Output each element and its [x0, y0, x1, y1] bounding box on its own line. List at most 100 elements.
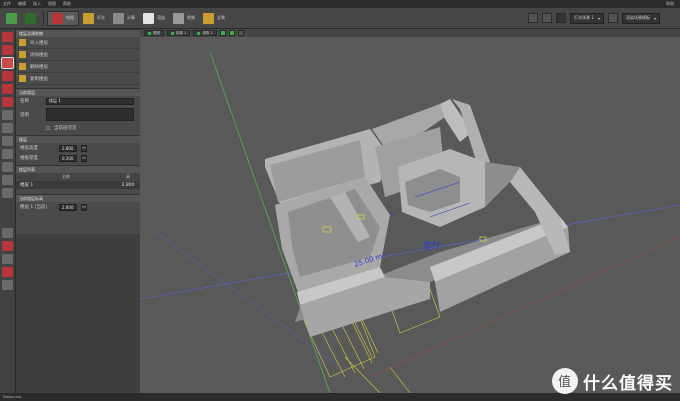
light-icon: [83, 12, 94, 24]
stair-tool-icon[interactable]: [2, 136, 13, 146]
floor-tool-icon[interactable]: [2, 32, 13, 42]
tab-perspective-label: 透视: [153, 30, 160, 35]
furniture-tool-icon[interactable]: [2, 149, 13, 159]
name-row: 名称 楼层 1: [16, 96, 140, 106]
table-row[interactable]: 楼层 1 2.800: [16, 181, 140, 189]
grid-toggle-icon[interactable]: [219, 30, 226, 36]
properties-panel: 楼层及建筑物 导入楼层 添加楼层 删除楼层 复制楼层 当前楼层 名称 楼层 1 …: [16, 29, 140, 234]
visible-label: 当前层可见: [54, 126, 77, 131]
material-tool-icon[interactable]: [2, 175, 13, 185]
floor-title: 楼层: [16, 135, 140, 143]
height-row: 楼层高度 2.800 m: [16, 143, 140, 153]
watermark-text: 什么值得买: [583, 373, 673, 394]
add-floor-label: 添加楼层: [30, 52, 48, 58]
window-tool-icon[interactable]: [2, 123, 13, 133]
tab-view-2[interactable]: 视角 2: [193, 30, 217, 36]
menu-file[interactable]: 文件: [3, 1, 11, 7]
opening-tool-icon[interactable]: [2, 97, 13, 107]
add-icon: [19, 51, 26, 58]
thickness-unit: m: [81, 154, 87, 162]
add-floor-item[interactable]: 添加楼层: [16, 49, 140, 61]
layout-tool-icon[interactable]: [2, 254, 13, 264]
tool-icon-strip: [0, 29, 16, 393]
import-floor-item[interactable]: 导入楼层: [16, 37, 140, 49]
height-field[interactable]: 2.800: [59, 144, 77, 152]
toolbar-video-button[interactable]: 视频: [169, 11, 199, 26]
watermark-logo-icon: 值: [552, 368, 578, 394]
render-icon: [143, 12, 154, 24]
settings-tool-icon[interactable]: [2, 280, 13, 290]
plan-tool-icon[interactable]: [2, 188, 13, 198]
draw-icon: [52, 12, 63, 24]
light-scene-value: 打光场景 1: [574, 15, 594, 20]
col-name: 名称: [62, 174, 70, 179]
new-file-button[interactable]: [2, 11, 21, 26]
toolbar-draw-label: 绘图: [66, 15, 74, 20]
save-icon: [25, 12, 36, 24]
save-button[interactable]: [21, 11, 40, 26]
name-field[interactable]: 楼层 1: [46, 97, 134, 105]
toolbar-panorama-label: 全景: [217, 15, 225, 20]
tab-view-1[interactable]: 视角 1: [167, 30, 191, 36]
light-scene-icon[interactable]: [528, 13, 539, 23]
thickness-field[interactable]: 0.200: [59, 154, 77, 162]
toolbar-light-button[interactable]: 灯光: [79, 11, 109, 26]
watermark-glyph: 值: [558, 374, 571, 390]
row-name: 楼层 1: [20, 183, 34, 188]
menu-view[interactable]: 视图: [48, 1, 56, 7]
panel-header: 楼层及建筑物: [16, 29, 140, 37]
watermark: 值 什么值得买: [552, 368, 673, 394]
desc-label: 说明: [20, 112, 29, 118]
menu-bar: 文件 编辑 插入 视图 帮助 帮助: [0, 0, 680, 8]
thickness-label: 楼板厚度: [20, 156, 38, 161]
tab-perspective[interactable]: 透视: [144, 30, 164, 36]
status-text: Dialux evo: [3, 395, 22, 399]
building-tool-icon[interactable]: [2, 45, 13, 55]
view-tool-icon[interactable]: [2, 241, 13, 251]
light-scene-dropdown[interactable]: 打光场景 1 ▾: [570, 12, 604, 24]
display-mode-icon[interactable]: [237, 30, 244, 36]
toolbar-video-label: 视频: [187, 15, 195, 20]
menu-help[interactable]: 帮助: [63, 1, 71, 7]
delete-floor-item[interactable]: 删除楼层: [16, 61, 140, 73]
menu-insert[interactable]: 插入: [33, 1, 41, 7]
tab-view-2-label: 视角 2: [202, 30, 213, 35]
viewport-toolbar: 透视 视角 1 视角 2: [140, 29, 680, 37]
toolbar-panorama-button[interactable]: 全景: [199, 11, 229, 26]
toolbar-calc-label: 计算: [127, 15, 135, 20]
monitor-icon[interactable]: [607, 13, 618, 23]
light-toggle-icon[interactable]: [542, 13, 553, 23]
row-height: 2.800: [121, 182, 135, 188]
camera-tool-icon[interactable]: [2, 228, 13, 238]
toolbar-calc-button[interactable]: 计算: [109, 11, 139, 26]
delete-icon: [19, 63, 26, 70]
lamp-icon[interactable]: [556, 13, 567, 23]
door-tool-icon[interactable]: [2, 110, 13, 120]
delete-floor-label: 删除楼层: [30, 64, 48, 70]
3d-viewport[interactable]: 客厅 25.00 m²: [140, 37, 680, 393]
app-window: 文件 编辑 插入 视图 帮助 帮助 绘图 灯光 计算 渲染 视频 全景 打光场景…: [0, 0, 680, 401]
elevation-label: 楼层 1 (当前): [20, 205, 48, 210]
toolbar-render-label: 渲染: [157, 15, 165, 20]
toolbar-render-button[interactable]: 渲染: [139, 11, 169, 26]
menu-edit[interactable]: 编辑: [18, 1, 26, 7]
wall-tool-icon[interactable]: [2, 84, 13, 94]
floor-active-icon[interactable]: [1, 57, 14, 69]
room-label: 客厅: [423, 240, 441, 252]
copy-floor-item[interactable]: 复制楼层: [16, 73, 140, 85]
room-tool-icon[interactable]: [2, 71, 13, 81]
render-template-dropdown[interactable]: 渲染场景模板 ▾: [621, 12, 660, 24]
tab-view-1-label: 视角 1: [176, 30, 187, 35]
snap-toggle-icon[interactable]: [228, 30, 235, 36]
desc-row: 说明: [16, 106, 140, 123]
visible-checkbox[interactable]: [46, 126, 50, 130]
model-canvas: 客厅 25.00 m²: [140, 51, 680, 393]
view-icon: [171, 31, 174, 35]
floor-list-header: 名称 高: [16, 173, 140, 181]
menu-right-help[interactable]: 帮助: [666, 1, 680, 7]
toolbar-draw-button[interactable]: 绘图: [47, 10, 79, 26]
export-tool-icon[interactable]: [2, 267, 13, 277]
object-tool-icon[interactable]: [2, 162, 13, 172]
elevation-field[interactable]: 2.800: [59, 203, 77, 211]
desc-field[interactable]: [46, 108, 134, 121]
